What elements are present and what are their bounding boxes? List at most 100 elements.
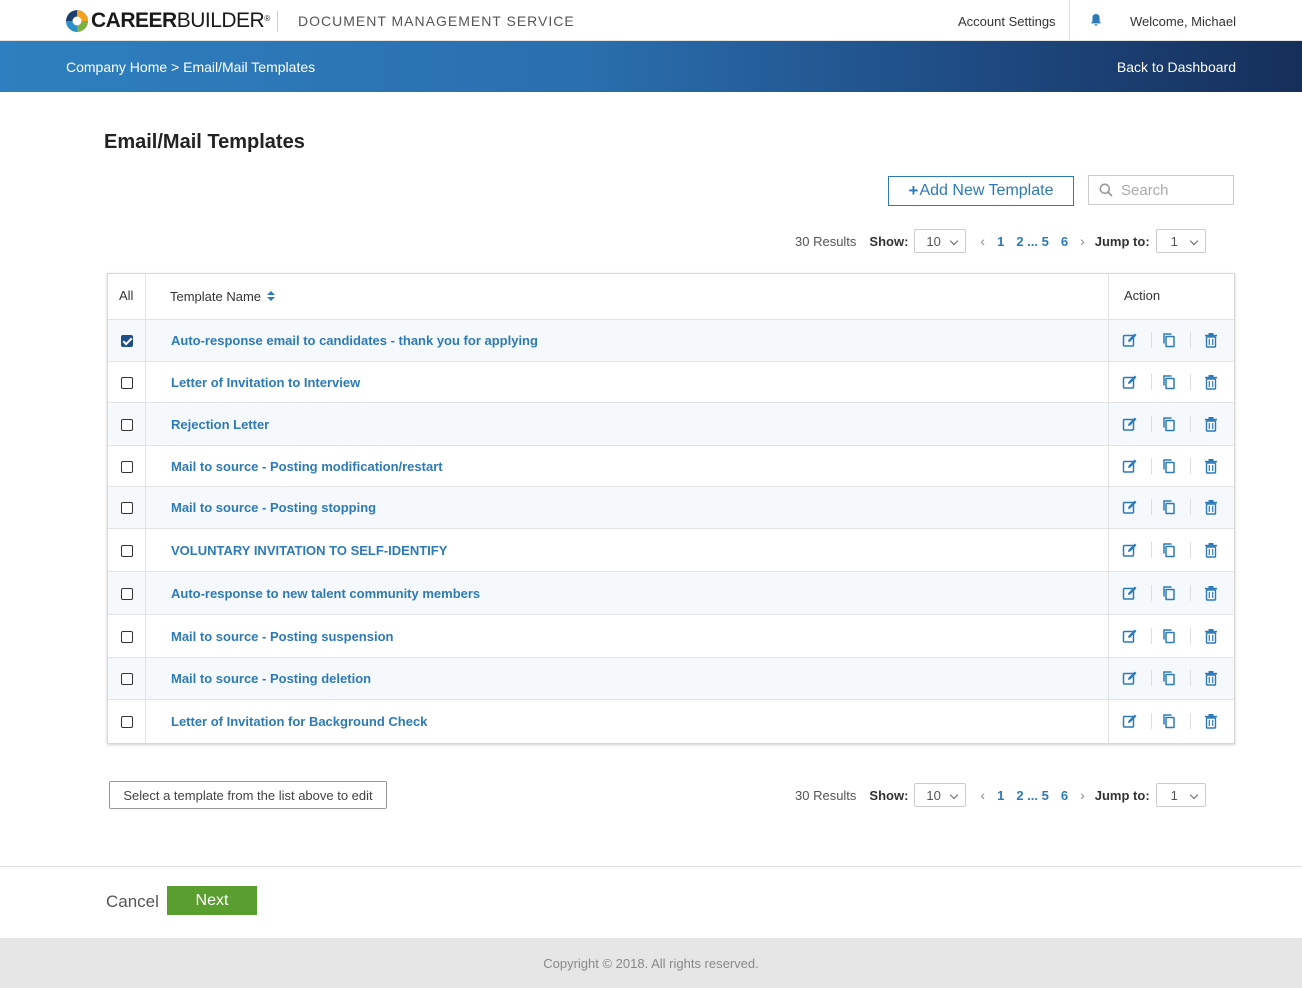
search-box[interactable]: [1088, 175, 1234, 205]
table-row[interactable]: Mail to source - Posting suspension: [108, 615, 1234, 658]
page-1-link[interactable]: 1: [997, 788, 1004, 803]
template-name-link[interactable]: Letter of Invitation for Background Chec…: [171, 714, 427, 729]
table-row[interactable]: Letter of Invitation for Background Chec…: [108, 700, 1234, 743]
template-name-link[interactable]: Auto-response email to candidates - than…: [171, 333, 538, 348]
edit-icon[interactable]: [1122, 585, 1138, 601]
copy-icon[interactable]: [1161, 585, 1177, 601]
template-name-link[interactable]: VOLUNTARY INVITATION TO SELF-IDENTIFY: [171, 543, 447, 558]
trash-icon[interactable]: [1203, 670, 1219, 686]
template-name-link[interactable]: Mail to source - Posting modification/re…: [171, 459, 443, 474]
copy-icon[interactable]: [1161, 713, 1177, 729]
jump-to-select[interactable]: 1: [1155, 783, 1206, 807]
edit-icon[interactable]: [1122, 713, 1138, 729]
page-6-link[interactable]: 6: [1061, 234, 1068, 249]
edit-icon[interactable]: [1122, 542, 1138, 558]
trash-icon[interactable]: [1203, 542, 1219, 558]
copyright-bar: Copyright © 2018. All rights reserved.: [0, 938, 1302, 988]
template-name-link[interactable]: Letter of Invitation to Interview: [171, 375, 360, 390]
table-row[interactable]: Mail to source - Posting modification/re…: [108, 446, 1234, 487]
edit-icon[interactable]: [1122, 374, 1138, 390]
action-separator: [1151, 713, 1152, 729]
trash-icon[interactable]: [1203, 416, 1219, 432]
copy-icon[interactable]: [1161, 416, 1177, 432]
row-checkbox[interactable]: [121, 335, 133, 347]
sort-icon[interactable]: [267, 291, 276, 302]
header-divider: [277, 11, 278, 32]
copy-icon[interactable]: [1161, 670, 1177, 686]
select-all-header[interactable]: All: [119, 288, 133, 303]
template-name-link[interactable]: Mail to source - Posting suspension: [171, 629, 393, 644]
row-checkbox[interactable]: [121, 716, 133, 728]
edit-icon[interactable]: [1122, 416, 1138, 432]
edit-icon[interactable]: [1122, 458, 1138, 474]
table-row[interactable]: Rejection Letter: [108, 403, 1234, 446]
careerbuilder-logo[interactable]: CAREERBUILDER®: [66, 10, 270, 32]
template-name-link[interactable]: Auto-response to new talent community me…: [171, 586, 480, 601]
trash-icon[interactable]: [1203, 628, 1219, 644]
row-checkbox[interactable]: [121, 545, 133, 557]
results-count: 30 Results: [795, 787, 857, 803]
action-separator: [1190, 542, 1191, 558]
table-row[interactable]: Letter of Invitation to Interview: [108, 362, 1234, 403]
next-button[interactable]: Next: [167, 886, 257, 915]
action-separator: [1190, 458, 1191, 474]
template-name-link[interactable]: Mail to source - Posting deletion: [171, 671, 371, 686]
search-input[interactable]: [1121, 181, 1221, 199]
table-row[interactable]: Auto-response email to candidates - than…: [108, 320, 1234, 362]
copy-icon[interactable]: [1161, 542, 1177, 558]
action-separator: [1190, 713, 1191, 729]
show-select[interactable]: 10: [914, 229, 967, 253]
trash-icon[interactable]: [1203, 458, 1219, 474]
page-range-link[interactable]: 2 ... 5: [1016, 234, 1049, 249]
copyright-text: Copyright © 2018. All rights reserved.: [543, 956, 759, 971]
jump-to-select[interactable]: 1: [1155, 229, 1206, 253]
row-checkbox[interactable]: [121, 588, 133, 600]
copy-icon[interactable]: [1161, 374, 1177, 390]
trash-icon[interactable]: [1203, 713, 1219, 729]
pagination-top: 30 Results Show: 10 ‹ 1 2 ... 5 6 › Jump…: [795, 229, 1206, 253]
trash-icon[interactable]: [1203, 585, 1219, 601]
select-template-hint-button[interactable]: Select a template from the list above to…: [109, 781, 387, 809]
template-name-header[interactable]: Template Name: [170, 289, 276, 304]
copy-icon[interactable]: [1161, 332, 1177, 348]
add-new-template-button[interactable]: + Add New Template: [888, 176, 1074, 206]
table-row[interactable]: Mail to source - Posting deletion: [108, 658, 1234, 700]
table-row[interactable]: Auto-response to new talent community me…: [108, 572, 1234, 615]
table-row[interactable]: Mail to source - Posting stopping: [108, 487, 1234, 529]
copy-icon[interactable]: [1161, 458, 1177, 474]
template-name-link[interactable]: Rejection Letter: [171, 417, 269, 432]
next-page-icon[interactable]: ›: [1080, 787, 1085, 803]
copy-icon[interactable]: [1161, 628, 1177, 644]
trash-icon[interactable]: [1203, 332, 1219, 348]
page-1-link[interactable]: 1: [997, 234, 1004, 249]
show-select[interactable]: 10: [914, 783, 967, 807]
welcome-user[interactable]: Welcome, Michael: [1130, 14, 1236, 29]
trash-icon[interactable]: [1203, 499, 1219, 515]
row-checkbox[interactable]: [121, 631, 133, 643]
prev-page-icon[interactable]: ‹: [980, 233, 985, 249]
action-separator: [1151, 628, 1152, 644]
row-checkbox[interactable]: [121, 673, 133, 685]
copy-icon[interactable]: [1161, 499, 1177, 515]
cancel-button[interactable]: Cancel: [106, 892, 159, 912]
table-row[interactable]: VOLUNTARY INVITATION TO SELF-IDENTIFY: [108, 529, 1234, 572]
edit-icon[interactable]: [1122, 332, 1138, 348]
account-settings-link[interactable]: Account Settings: [958, 14, 1056, 29]
prev-page-icon[interactable]: ‹: [980, 787, 985, 803]
next-page-icon[interactable]: ›: [1080, 233, 1085, 249]
page-range-link[interactable]: 2 ... 5: [1016, 788, 1049, 803]
row-checkbox[interactable]: [121, 461, 133, 473]
template-name-link[interactable]: Mail to source - Posting stopping: [171, 500, 376, 515]
row-actions: [1120, 416, 1230, 434]
trash-icon[interactable]: [1203, 374, 1219, 390]
edit-icon[interactable]: [1122, 670, 1138, 686]
bell-icon[interactable]: [1089, 13, 1103, 27]
page-6-link[interactable]: 6: [1061, 788, 1068, 803]
edit-icon[interactable]: [1122, 628, 1138, 644]
breadcrumb[interactable]: Company Home > Email/Mail Templates: [66, 59, 315, 75]
back-to-dashboard-link[interactable]: Back to Dashboard: [1117, 59, 1236, 75]
row-checkbox[interactable]: [121, 419, 133, 431]
row-checkbox[interactable]: [121, 377, 133, 389]
row-checkbox[interactable]: [121, 502, 133, 514]
edit-icon[interactable]: [1122, 499, 1138, 515]
